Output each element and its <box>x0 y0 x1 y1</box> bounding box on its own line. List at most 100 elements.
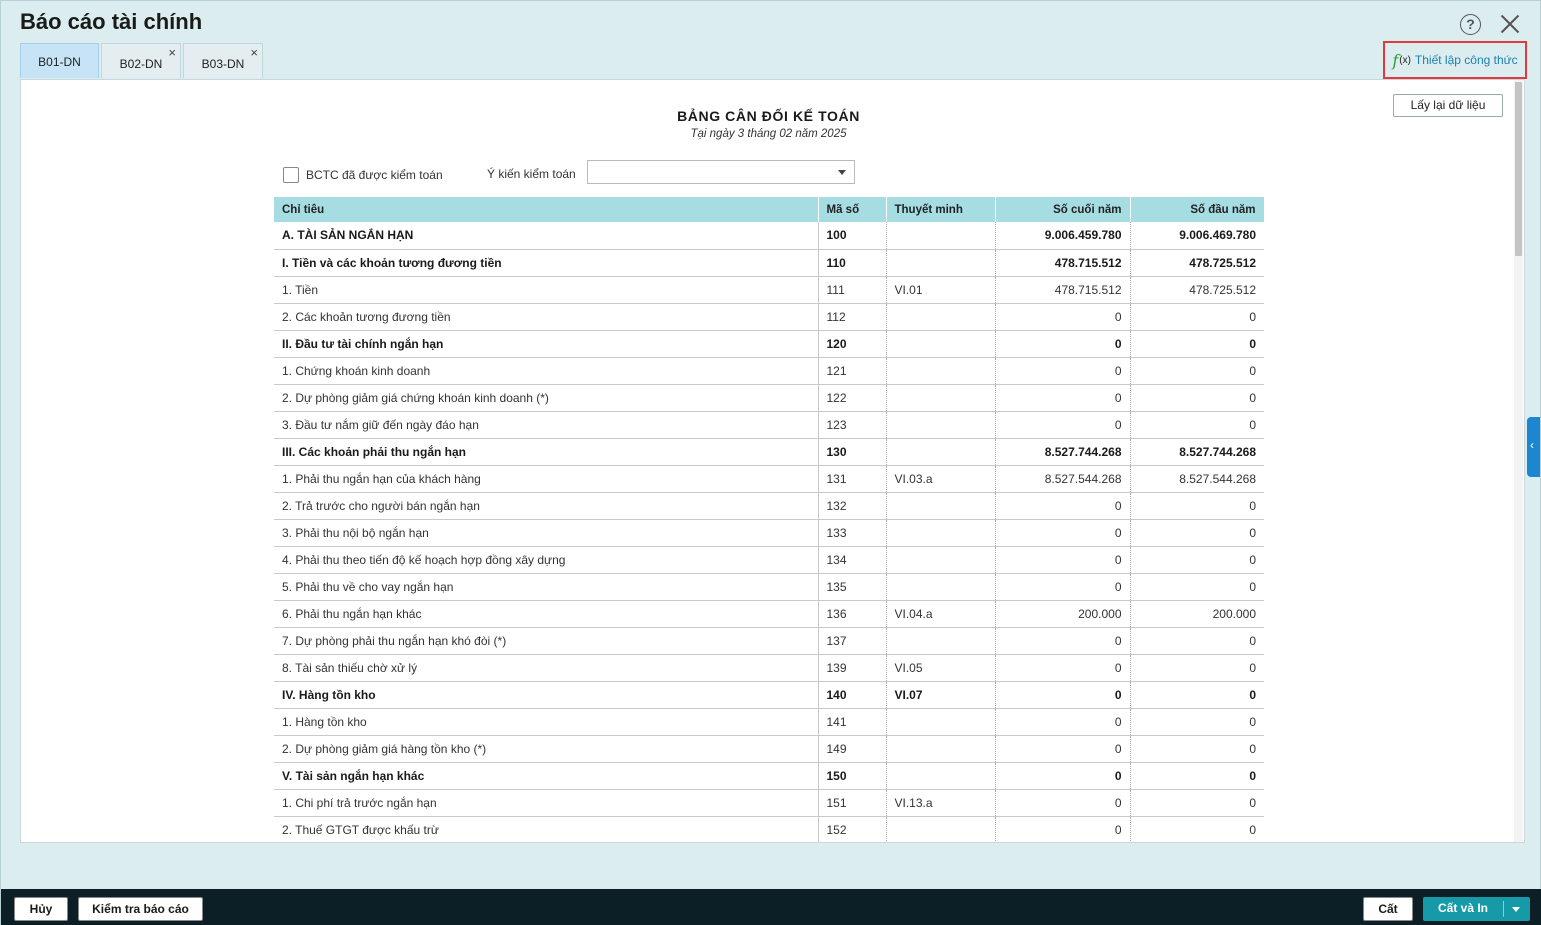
header-ma-so: Mã số <box>818 197 887 222</box>
row-so-dau-nam: 9.006.469.780 <box>1130 222 1264 250</box>
row-ma-so: 100 <box>818 222 887 250</box>
table-row[interactable]: 2. Trả trước cho người bán ngắn hạn 132 0 0 <box>274 492 1264 520</box>
row-chi-tieu: II. Đầu tư tài chính ngắn hạn <box>274 330 819 358</box>
row-so-cuoi-nam: 8.527.544.268 <box>995 465 1131 493</box>
save-and-print-button[interactable]: Cất và In <box>1423 897 1530 921</box>
save-button[interactable]: Cất <box>1363 897 1413 921</box>
table-row[interactable]: 3. Đầu tư nắm giữ đến ngày đáo hạn 123 0 0 <box>274 411 1264 439</box>
row-so-cuoi-nam: 200.000 <box>995 600 1131 628</box>
row-ma-so: 135 <box>818 573 887 601</box>
row-so-cuoi-nam: 9.006.459.780 <box>995 222 1131 250</box>
row-chi-tieu: 2. Thuế GTGT được khấu trừ <box>274 816 819 842</box>
row-so-cuoi-nam: 478.715.512 <box>995 249 1131 277</box>
side-panel-toggle[interactable]: ‹ <box>1527 417 1540 477</box>
table-row[interactable]: 2. Thuế GTGT được khấu trừ 152 0 0 <box>274 816 1264 842</box>
row-so-dau-nam: 0 <box>1130 384 1264 412</box>
tab-close-icon[interactable]: × <box>250 46 258 59</box>
table-row[interactable]: II. Đầu tư tài chính ngắn hạn 120 0 0 <box>274 330 1264 358</box>
row-thuyet-minh <box>886 357 996 385</box>
row-so-cuoi-nam: 0 <box>995 330 1131 358</box>
table-row[interactable]: 1. Chi phí trả trước ngắn hạn 151 VI.13.a 0… <box>274 789 1264 817</box>
row-ma-so: 121 <box>818 357 887 385</box>
row-thuyet-minh <box>886 411 996 439</box>
row-thuyet-minh: VI.03.a <box>886 465 996 493</box>
row-chi-tieu: III. Các khoản phải thu ngắn hạn <box>274 438 819 466</box>
close-icon[interactable] <box>1498 12 1522 36</box>
row-chi-tieu: 2. Các khoản tương đương tiền <box>274 303 819 331</box>
row-thuyet-minh <box>886 492 996 520</box>
formula-setup-link[interactable]: f (x) Thiết lập công thức <box>1383 41 1527 79</box>
row-ma-so: 139 <box>818 654 887 682</box>
table-row[interactable]: 2. Dự phòng giảm giá hàng tồn kho (*) 149… <box>274 735 1264 763</box>
table-row[interactable]: 6. Phải thu ngắn hạn khác 136 VI.04.a 200.0… <box>274 600 1264 628</box>
table-row[interactable]: 7. Dự phòng phải thu ngắn hạn khó đòi (*… <box>274 627 1264 655</box>
row-chi-tieu[interactable]: 2. Trả trước cho người bán ngắn hạn <box>274 492 819 520</box>
row-chi-tieu: 4. Phải thu theo tiến độ kế hoạch hợp đồ… <box>274 546 819 574</box>
row-chi-tieu[interactable]: 6. Phải thu ngắn hạn khác <box>274 600 819 628</box>
audit-opinion-label: Ý kiến kiểm toán <box>487 167 576 181</box>
row-chi-tieu: 1. Chứng khoán kinh doanh <box>274 357 819 385</box>
row-chi-tieu: 7. Dự phòng phải thu ngắn hạn khó đòi (*… <box>274 627 819 655</box>
row-so-cuoi-nam: 0 <box>995 735 1131 763</box>
chevron-down-icon[interactable] <box>1512 907 1520 912</box>
table-row[interactable]: I. Tiền và các khoản tương đương tiền 110… <box>274 249 1264 277</box>
row-so-cuoi-nam: 0 <box>995 681 1131 709</box>
row-thuyet-minh <box>886 708 996 736</box>
table-row[interactable]: IV. Hàng tồn kho 140 VI.07 0 0 <box>274 681 1264 709</box>
row-chi-tieu: A. TÀI SẢN NGẮN HẠN <box>274 222 819 250</box>
audited-label: BCTC đã được kiểm toán <box>306 168 443 182</box>
financial-report-window: Báo cáo tài chính ? B01-DN B02-DN × B03-… <box>0 0 1541 925</box>
row-thuyet-minh: VI.01 <box>886 276 996 304</box>
table-row[interactable]: 1. Chứng khoán kinh doanh 121 0 0 <box>274 357 1264 385</box>
row-so-dau-nam: 8.527.544.268 <box>1130 465 1264 493</box>
row-ma-so: 120 <box>818 330 887 358</box>
table-row[interactable]: III. Các khoản phải thu ngắn hạn 130 8.527… <box>274 438 1264 466</box>
row-so-dau-nam: 0 <box>1130 330 1264 358</box>
table-row[interactable]: A. TÀI SẢN NGẮN HẠN 100 9.006.459.780 9.006… <box>274 222 1264 250</box>
table-row[interactable]: 2. Các khoản tương đương tiền 112 0 0 <box>274 303 1264 331</box>
row-ma-so: 150 <box>818 762 887 790</box>
row-so-cuoi-nam: 0 <box>995 519 1131 547</box>
tab-b01-dn[interactable]: B01-DN <box>20 43 99 78</box>
cancel-button[interactable]: Hủy <box>14 897 68 921</box>
row-chi-tieu: 1. Hàng tồn kho <box>274 708 819 736</box>
row-so-cuoi-nam: 0 <box>995 303 1131 331</box>
table-row[interactable]: 1. Hàng tồn kho 141 0 0 <box>274 708 1264 736</box>
row-so-dau-nam: 8.527.744.268 <box>1130 438 1264 466</box>
row-chi-tieu: 3. Đầu tư nắm giữ đến ngày đáo hạn <box>274 411 819 439</box>
table-row[interactable]: 1. Tiền 111 VI.01 478.715.512 478.725.512 <box>274 276 1264 304</box>
table-row[interactable]: 2. Dự phòng giảm giá chứng khoán kinh do… <box>274 384 1264 412</box>
table-row[interactable]: 1. Phải thu ngắn hạn của khách hàng 131 VI… <box>274 465 1264 493</box>
scrollbar-thumb[interactable] <box>1515 82 1522 256</box>
vertical-scrollbar[interactable] <box>1514 80 1523 842</box>
row-ma-so: 133 <box>818 519 887 547</box>
row-chi-tieu: 3. Phải thu nội bộ ngắn hạn <box>274 519 819 547</box>
help-icon[interactable]: ? <box>1460 14 1481 35</box>
table-row[interactable]: 8. Tài sản thiếu chờ xử lý 139 VI.05 0 0 <box>274 654 1264 682</box>
row-ma-so: 110 <box>818 249 887 277</box>
row-so-cuoi-nam: 0 <box>995 708 1131 736</box>
row-so-dau-nam: 0 <box>1130 303 1264 331</box>
tab-b02-dn[interactable]: B02-DN × <box>101 43 181 78</box>
table-row[interactable]: 4. Phải thu theo tiến độ kế hoạch hợp đồ… <box>274 546 1264 574</box>
row-thuyet-minh <box>886 816 996 842</box>
row-chi-tieu[interactable]: 1. Phải thu ngắn hạn của khách hàng <box>274 465 819 493</box>
table-row[interactable]: 5. Phải thu về cho vay ngắn hạn 135 0 0 <box>274 573 1264 601</box>
row-ma-so: 141 <box>818 708 887 736</box>
tab-close-icon[interactable]: × <box>168 46 176 59</box>
check-report-button[interactable]: Kiểm tra báo cáo <box>78 897 203 921</box>
table-row[interactable]: V. Tài sản ngắn hạn khác 150 0 0 <box>274 762 1264 790</box>
row-thuyet-minh <box>886 330 996 358</box>
row-thuyet-minh <box>886 249 996 277</box>
row-chi-tieu: 2. Dự phòng giảm giá chứng khoán kinh do… <box>274 384 819 412</box>
row-thuyet-minh <box>886 735 996 763</box>
row-ma-so: 137 <box>818 627 887 655</box>
row-ma-so: 112 <box>818 303 887 331</box>
audited-checkbox[interactable] <box>283 167 299 183</box>
table-row[interactable]: 3. Phải thu nội bộ ngắn hạn 133 0 0 <box>274 519 1264 547</box>
audit-opinion-select[interactable] <box>587 160 855 184</box>
row-thuyet-minh <box>886 762 996 790</box>
row-so-dau-nam: 200.000 <box>1130 600 1264 628</box>
tab-b03-dn[interactable]: B03-DN × <box>183 43 263 78</box>
chevron-left-icon: ‹ <box>1530 438 1534 452</box>
